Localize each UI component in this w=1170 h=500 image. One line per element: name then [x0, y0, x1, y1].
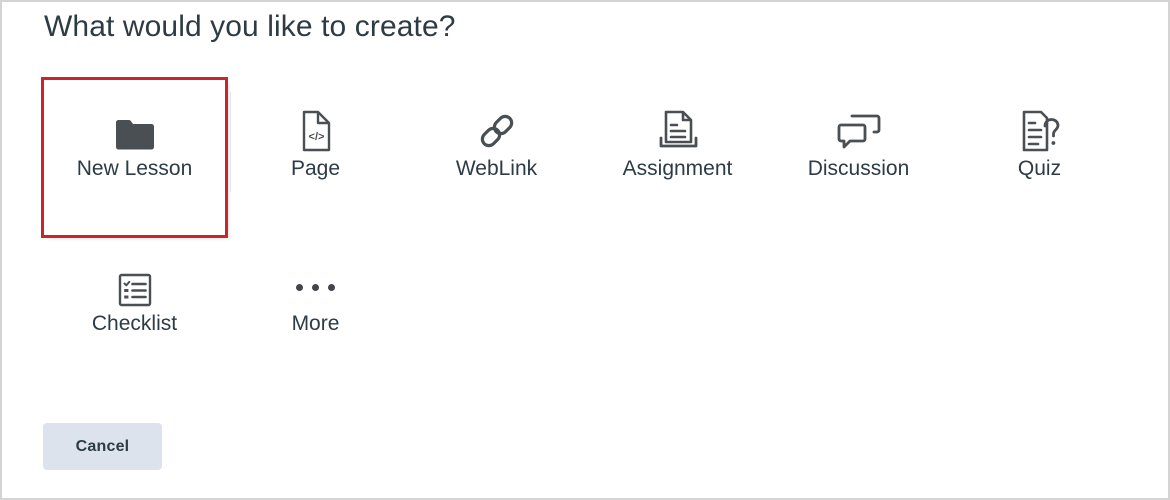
option-assignment[interactable]: Assignment: [587, 80, 768, 235]
folder-icon: [115, 80, 155, 158]
page-code-icon: </>: [299, 80, 333, 158]
option-label: WebLink: [456, 158, 537, 179]
more-dots-icon: [296, 235, 335, 313]
dot: [296, 284, 303, 291]
option-new-lesson[interactable]: New Lesson: [44, 80, 225, 235]
create-content-dialog: What would you like to create? New Lesso…: [0, 0, 1170, 500]
svg-text:</>: </>: [308, 131, 324, 143]
option-quiz[interactable]: Quiz: [949, 80, 1130, 235]
create-options-grid: New Lesson </> Page: [44, 80, 1134, 365]
option-discussion[interactable]: Discussion: [768, 80, 949, 235]
link-chain-icon: [476, 80, 518, 158]
option-checklist[interactable]: Checklist: [44, 235, 225, 365]
dot: [312, 284, 319, 291]
option-label: Quiz: [1018, 158, 1061, 179]
option-label: New Lesson: [77, 158, 193, 179]
dot: [328, 284, 335, 291]
option-label: More: [292, 313, 340, 334]
option-label: Assignment: [623, 158, 733, 179]
option-label: Discussion: [808, 158, 910, 179]
checklist-icon: [118, 235, 152, 313]
option-weblink[interactable]: WebLink: [406, 80, 587, 235]
page-title: What would you like to create?: [44, 10, 456, 44]
discussion-icon: [837, 80, 881, 158]
option-label: Page: [291, 158, 340, 179]
cancel-button[interactable]: Cancel: [43, 423, 162, 470]
assignment-icon: [658, 80, 698, 158]
option-label: Checklist: [92, 313, 177, 334]
quiz-icon: [1020, 80, 1060, 158]
option-page[interactable]: </> Page: [225, 80, 406, 235]
option-more[interactable]: More: [225, 235, 406, 365]
